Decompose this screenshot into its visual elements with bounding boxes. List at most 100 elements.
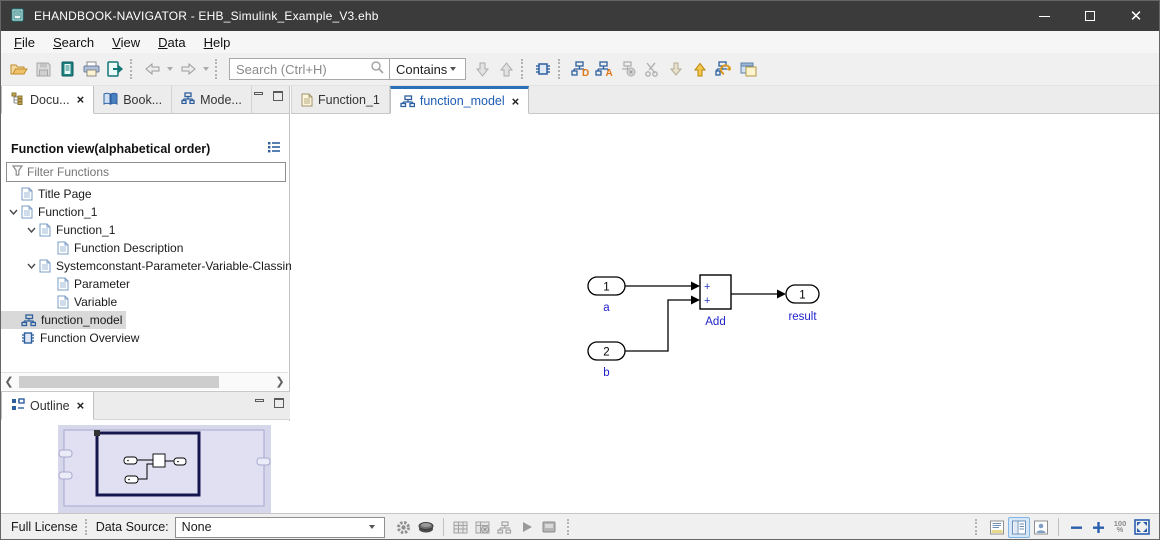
close-icon[interactable]: × [77, 92, 85, 107]
scroll-left-icon[interactable]: ❮ [1, 373, 17, 391]
close-icon[interactable]: × [512, 94, 520, 109]
document-icon [39, 223, 51, 237]
view-menu-icon[interactable] [267, 141, 281, 156]
editor-area: Function_1 function_model × 1 a 2 b + + … [291, 86, 1159, 513]
chevron-expanded-icon[interactable] [5, 209, 21, 215]
editor-tabbar: Function_1 function_model × [291, 86, 1159, 114]
minimize-button[interactable] [1021, 1, 1067, 31]
filter-functions-input[interactable] [27, 165, 285, 179]
menu-view[interactable]: View [103, 33, 149, 52]
save-icon [31, 57, 55, 81]
zoom-reset-button[interactable]: 100 % [1109, 520, 1131, 534]
menu-help[interactable]: Help [195, 33, 240, 52]
filter-control [6, 162, 286, 182]
tree-item-variable[interactable]: Variable [1, 293, 121, 311]
inport-b-block[interactable]: 2 b [587, 341, 626, 379]
contains-dropdown[interactable]: Contains [390, 59, 465, 79]
tab-bookmarks[interactable]: Book... [94, 86, 173, 113]
chevron-expanded-icon[interactable] [23, 227, 39, 233]
close-button[interactable]: ✕ [1113, 1, 1159, 31]
chip-icon [22, 332, 34, 344]
search-icon[interactable] [370, 60, 385, 78]
tab-function-model[interactable]: function_model × [389, 86, 530, 114]
chevron-expanded-icon[interactable] [23, 263, 39, 269]
jump-up-icon [494, 57, 518, 81]
export-arrow-icon[interactable] [688, 57, 712, 81]
close-icon[interactable]: × [77, 398, 85, 413]
menu-search[interactable]: Search [44, 33, 103, 52]
open-panels-icon[interactable] [736, 57, 760, 81]
database-icon[interactable] [415, 517, 437, 538]
tab-documentation[interactable]: Docu... × [1, 86, 95, 114]
document-icon [57, 241, 69, 255]
tab-label: Outline [30, 398, 70, 413]
view-person-icon[interactable] [1030, 517, 1052, 538]
measure-grid-icon [450, 517, 472, 538]
tab-label: Mode... [200, 92, 242, 107]
minimize-panel-icon[interactable] [252, 91, 264, 102]
tab-label: Book... [123, 92, 163, 107]
data-source-label: Data Source: [95, 520, 169, 534]
model-data-icon[interactable]: D [568, 57, 592, 81]
tree-item-parameter[interactable]: Parameter [1, 275, 134, 293]
handbook-icon[interactable] [55, 57, 79, 81]
export-handbook-icon[interactable] [103, 57, 127, 81]
tree-item-function-1[interactable]: Function_1 [1, 203, 101, 221]
function-view-title: Function view(alphabetical order) [11, 141, 211, 156]
chevron-down-icon [450, 67, 457, 71]
model-icon [400, 94, 415, 107]
minimize-panel-icon[interactable] [253, 398, 265, 409]
svg-text:D: D [582, 68, 589, 77]
contains-label: Contains [396, 61, 448, 77]
tree-horizontal-scrollbar[interactable]: ❮ ❯ [1, 372, 288, 390]
maximize-button[interactable] [1067, 1, 1113, 31]
model-navigate-icon[interactable] [531, 57, 555, 81]
maximize-panel-icon[interactable] [272, 91, 284, 102]
search-control: Contains [229, 58, 467, 80]
tab-models[interactable]: Mode... [172, 86, 252, 113]
add-block[interactable]: + + Add [699, 274, 732, 328]
tree-item-function-model[interactable]: function_model [1, 311, 127, 329]
menu-data[interactable]: Data [149, 33, 194, 52]
scrollbar-thumb[interactable] [19, 375, 219, 388]
model-reload-icon[interactable] [712, 57, 736, 81]
menu-file[interactable]: File [5, 33, 44, 52]
status-bar: Full License Data Source: None 100 % [1, 513, 1159, 539]
tree-item-function-overview[interactable]: Function Overview [1, 329, 143, 347]
zoom-in-icon[interactable] [1087, 517, 1109, 538]
open-handbook-icon[interactable] [7, 57, 31, 81]
document-icon [301, 93, 313, 106]
toolbar-separator [521, 59, 526, 79]
filter-funnel-icon [11, 165, 24, 179]
scroll-right-icon[interactable]: ❯ [272, 373, 288, 391]
inport-a-block[interactable]: 1 a [587, 276, 626, 314]
model-canvas[interactable]: 1 a 2 b + + Add 1 result [291, 114, 1159, 513]
book-icon [103, 92, 118, 108]
tab-outline[interactable]: Outline × [1, 392, 95, 420]
tab-function-1[interactable]: Function_1 [291, 86, 390, 113]
stop-display-icon[interactable] [538, 517, 560, 538]
search-input[interactable] [230, 60, 370, 78]
zoom-out-icon[interactable] [1065, 517, 1087, 538]
fit-to-screen-icon[interactable] [1131, 517, 1153, 538]
tree-item-function-1-child[interactable]: Function_1 [1, 221, 119, 239]
tree-item-function-description[interactable]: Function Description [1, 239, 187, 257]
model-measure-icon [494, 517, 516, 538]
settings-gear-icon[interactable] [393, 517, 415, 538]
app-icon [10, 7, 26, 26]
maximize-panel-icon[interactable] [273, 398, 285, 409]
outline-thumbnail[interactable] [1, 421, 290, 513]
data-source-select[interactable]: None [174, 516, 385, 538]
print-icon[interactable] [79, 57, 103, 81]
measure-grid-remove-icon [472, 517, 494, 538]
view-split-icon[interactable] [1008, 516, 1030, 538]
nav-forward-icon [176, 57, 200, 81]
main-area: Docu... × Book... Mode... Function view(… [1, 86, 1159, 513]
tree-item-title-page[interactable]: Title Page [1, 185, 96, 203]
model-annotation-icon[interactable]: A [592, 57, 616, 81]
arrowhead [691, 281, 700, 291]
play-icon[interactable] [516, 517, 538, 538]
view-document-icon[interactable] [986, 517, 1008, 538]
outport-result-block[interactable]: 1 result [785, 284, 820, 323]
tree-item-systemconstant[interactable]: Systemconstant-Parameter-Variable-Classi… [1, 257, 296, 275]
